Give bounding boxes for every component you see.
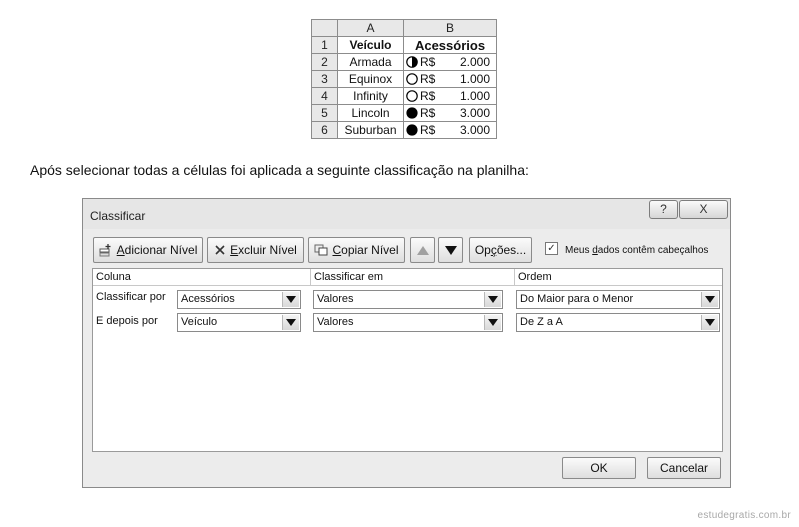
column-header-b[interactable]: B <box>403 19 497 37</box>
delete-level-button[interactable]: Excluir Nível <box>207 237 304 263</box>
full-circle-icon <box>406 124 418 136</box>
currency-symbol: R$ <box>420 123 436 137</box>
chevron-down-icon[interactable] <box>282 315 299 330</box>
currency-symbol: R$ <box>420 89 436 103</box>
chevron-down-icon[interactable] <box>282 292 299 307</box>
sheet-row: 4 Infinity R$ 1.000 <box>311 87 497 105</box>
sheet-row: 3 Equinox R$ 1.000 <box>311 70 497 88</box>
delete-level-icon <box>214 244 226 256</box>
help-button[interactable]: ? <box>649 200 678 219</box>
order-select[interactable]: Do Maior para o Menor <box>516 290 720 309</box>
chevron-down-icon[interactable] <box>484 315 501 330</box>
cell-accessories[interactable]: R$ 1.000 <box>403 87 497 105</box>
add-level-icon <box>99 243 113 257</box>
cell-vehicle[interactable]: Lincoln <box>337 104 404 122</box>
row-number[interactable]: 1 <box>311 36 338 54</box>
sheet-row: 2 Armada R$ 2.000 <box>311 53 497 71</box>
order-select-value: Do Maior para o Menor <box>520 293 634 305</box>
chevron-down-icon[interactable] <box>484 292 501 307</box>
empty-circle-icon <box>406 73 418 85</box>
copy-level-icon <box>314 244 328 256</box>
move-up-button[interactable] <box>410 237 435 263</box>
column-select-value: Acessórios <box>181 293 235 305</box>
currency-symbol: R$ <box>420 72 436 86</box>
spreadsheet: A B 1 Veículo Acessórios 2 Armada R$ 2.0… <box>311 19 497 139</box>
copy-level-label: Copiar Nível <box>332 243 399 257</box>
half-circle-icon <box>406 56 418 68</box>
level-label: Classificar por <box>96 291 166 303</box>
column-header-coluna: Coluna <box>93 269 311 286</box>
cell-value: 1.000 <box>459 72 490 86</box>
row-number[interactable]: 3 <box>311 70 338 88</box>
cell-value: 1.000 <box>459 89 490 103</box>
sort-on-select[interactable]: Valores <box>313 313 503 332</box>
close-button[interactable]: X <box>679 200 728 219</box>
headers-checkbox-label[interactable]: Meus dados contêm cabeçalhos <box>565 245 708 256</box>
dialog-title: Classificar <box>90 209 146 223</box>
order-select[interactable]: De Z a A <box>516 313 720 332</box>
column-header-row: A B <box>311 19 497 37</box>
cell-vehicle[interactable]: Infinity <box>337 87 404 105</box>
cell-vehicle[interactable]: Suburban <box>337 121 404 139</box>
caption-text: Após selecionar todas a células foi apli… <box>30 162 529 178</box>
arrow-down-icon <box>444 245 457 255</box>
arrow-up-icon <box>416 245 429 255</box>
currency-symbol: R$ <box>420 106 436 120</box>
sort-on-select-value: Valores <box>317 293 354 305</box>
cell-accessories[interactable]: R$ 3.000 <box>403 104 497 122</box>
row-number[interactable]: 6 <box>311 121 338 139</box>
delete-level-label: Excluir Nível <box>230 243 297 257</box>
options-label: Opções... <box>474 243 527 257</box>
watermark: estudegratis.com.br <box>697 510 791 521</box>
sort-on-select[interactable]: Valores <box>313 290 503 309</box>
copy-level-button[interactable]: Copiar Nível <box>308 237 405 263</box>
row-number[interactable]: 2 <box>311 53 338 71</box>
cell-accessories-header[interactable]: Acessórios <box>403 36 497 54</box>
sort-on-select-value: Valores <box>317 316 354 328</box>
chevron-down-icon[interactable] <box>701 315 718 330</box>
sheet-row: 6 Suburban R$ 3.000 <box>311 121 497 139</box>
full-circle-icon <box>406 107 418 119</box>
chevron-down-icon[interactable] <box>701 292 718 307</box>
headers-checkbox[interactable]: ✓ <box>545 242 558 255</box>
add-level-button[interactable]: Adicionar Nível <box>93 237 203 263</box>
level-label: E depois por <box>96 315 158 327</box>
empty-circle-icon <box>406 90 418 102</box>
cell-vehicle[interactable]: Equinox <box>337 70 404 88</box>
options-button[interactable]: Opções... <box>469 237 532 263</box>
corner-cell[interactable] <box>311 19 338 37</box>
cell-value: 3.000 <box>459 106 490 120</box>
cell-value: 2.000 <box>459 55 490 69</box>
sheet-row: 5 Lincoln R$ 3.000 <box>311 104 497 122</box>
cell-accessories[interactable]: R$ 2.000 <box>403 53 497 71</box>
cell-value: 3.000 <box>459 123 490 137</box>
cancel-button[interactable]: Cancelar <box>647 457 721 479</box>
sheet-row: 1 Veículo Acessórios <box>311 36 497 54</box>
row-number[interactable]: 5 <box>311 104 338 122</box>
order-select-value: De Z a A <box>520 316 563 328</box>
sort-dialog: Classificar ? X Adicionar Nível Excluir … <box>82 198 731 488</box>
column-select[interactable]: Acessórios <box>177 290 301 309</box>
cell-accessories[interactable]: R$ 3.000 <box>403 121 497 139</box>
currency-symbol: R$ <box>420 55 436 69</box>
sort-levels-grid: Coluna Classificar em Ordem Classificar … <box>92 268 723 452</box>
column-header-classificar-em: Classificar em <box>311 269 515 286</box>
column-header-ordem: Ordem <box>515 269 722 286</box>
cell-vehicle-header[interactable]: Veículo <box>337 36 404 54</box>
cell-accessories[interactable]: R$ 1.000 <box>403 70 497 88</box>
column-header-a[interactable]: A <box>337 19 404 37</box>
row-number[interactable]: 4 <box>311 87 338 105</box>
column-select[interactable]: Veículo <box>177 313 301 332</box>
ok-button[interactable]: OK <box>562 457 636 479</box>
move-down-button[interactable] <box>438 237 463 263</box>
cell-vehicle[interactable]: Armada <box>337 53 404 71</box>
dialog-titlebar[interactable]: Classificar ? X <box>83 199 730 229</box>
add-level-label: Adicionar Nível <box>116 243 198 257</box>
column-select-value: Veículo <box>181 316 218 328</box>
